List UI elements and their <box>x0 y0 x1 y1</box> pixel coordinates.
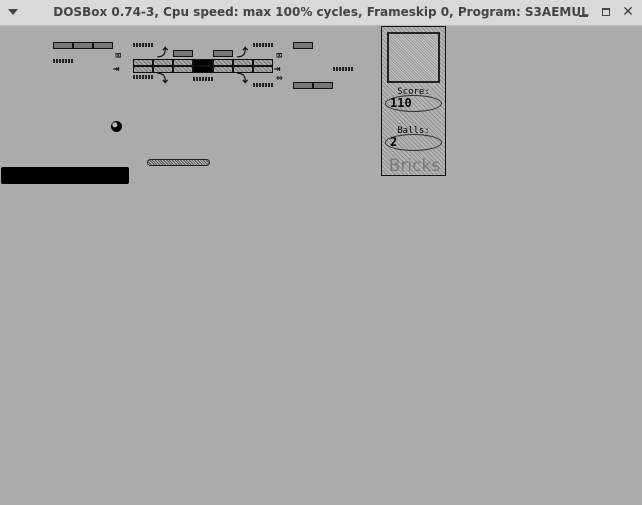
brick <box>213 50 233 57</box>
brick <box>213 66 233 73</box>
game-logo: Bricks <box>388 156 441 176</box>
minimize-icon[interactable] <box>576 4 592 20</box>
brick <box>173 66 193 73</box>
bounce-icon: ⤵ <box>157 72 168 85</box>
brick-tag <box>133 43 153 47</box>
brick <box>133 66 153 73</box>
brick <box>153 66 173 73</box>
window-title: DOSBox 0.74-3, Cpu speed: max 100% cycle… <box>53 5 589 19</box>
brick-tag <box>133 75 153 79</box>
brick <box>53 42 73 49</box>
brick <box>173 59 193 66</box>
brick <box>293 42 313 49</box>
window-titlebar[interactable]: DOSBox 0.74-3, Cpu speed: max 100% cycle… <box>0 0 642 26</box>
brick-tag <box>253 83 273 87</box>
brick <box>133 59 153 66</box>
bounce-icon: ⤵ <box>237 72 248 85</box>
brick-tag <box>253 43 273 47</box>
brick <box>233 59 253 66</box>
arrow-both-icon: ⇔ <box>276 71 283 84</box>
black-bar <box>1 167 129 184</box>
close-icon[interactable]: ✕ <box>620 4 636 20</box>
brick <box>173 50 193 57</box>
brick <box>293 82 313 89</box>
score-value: 110 <box>390 96 412 110</box>
brick <box>213 59 233 66</box>
status-panel: Score: 110 Balls: 2 Bricks <box>381 26 446 176</box>
bounce-icon: ⤴ <box>237 46 248 59</box>
teleport-icon: ⌧ <box>276 49 283 62</box>
brick <box>253 66 273 73</box>
teleport-icon: ⌧ <box>115 49 122 62</box>
maximize-icon[interactable] <box>598 4 614 20</box>
next-level-preview <box>387 32 440 83</box>
balls-value: 2 <box>390 135 398 149</box>
bounce-icon: ⤴ <box>157 46 168 59</box>
brick-tag <box>53 59 73 63</box>
brick <box>313 82 333 89</box>
paddle[interactable] <box>147 159 210 166</box>
brick <box>153 59 173 66</box>
brick <box>193 59 213 66</box>
game-area[interactable]: ⌧ ⇥ ⤴ ⤵ ⤴ ⤵ ⌧ ⇥ ⇔ Score: 110 Balls: 2 Br… <box>0 26 642 505</box>
brick-tag <box>333 67 353 71</box>
brick <box>193 66 213 73</box>
brick-tag <box>193 77 213 81</box>
arrow-right-icon: ⇥ <box>113 62 120 75</box>
brick <box>73 42 93 49</box>
ball <box>111 121 122 132</box>
brick <box>253 59 273 66</box>
brick <box>93 42 113 49</box>
